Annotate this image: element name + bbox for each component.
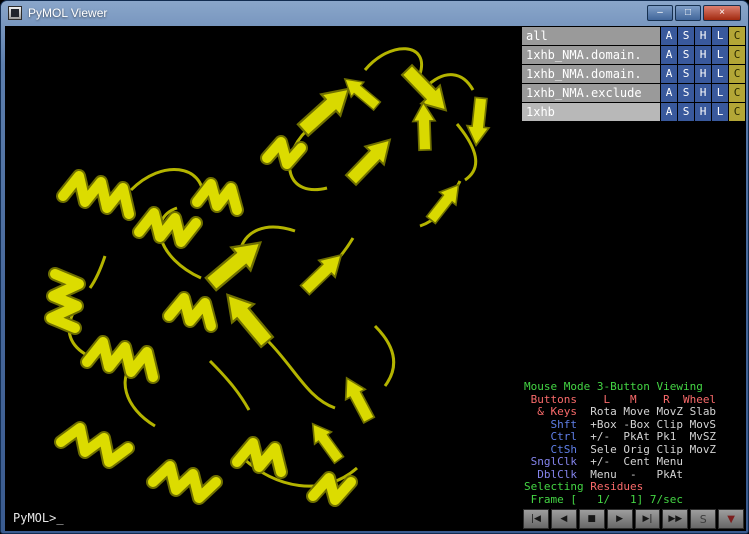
hide-button[interactable]: H bbox=[695, 65, 711, 83]
close-button[interactable]: × bbox=[703, 5, 741, 21]
ctrl-values: +/- PkAt Pk1 MvSZ bbox=[577, 430, 716, 443]
movie-controls: |◀ ◀ ■ ▶ ▶| ▶▶ S ▼ bbox=[521, 507, 746, 531]
show-button[interactable]: S bbox=[678, 46, 694, 64]
show-button[interactable]: S bbox=[678, 27, 694, 45]
object-name[interactable]: all bbox=[522, 27, 660, 45]
singleclick-label: SnglClk bbox=[524, 455, 577, 468]
show-button[interactable]: S bbox=[678, 84, 694, 102]
window-title: PyMOL Viewer bbox=[28, 6, 107, 20]
label-button[interactable]: L bbox=[712, 103, 728, 121]
object-row-1xhb: 1xhb A S H L C bbox=[522, 103, 745, 121]
action-button[interactable]: A bbox=[661, 65, 677, 83]
frame-counter: Frame [ 1/ 1] 7/sec bbox=[524, 493, 683, 506]
color-button[interactable]: C bbox=[729, 46, 745, 64]
show-button[interactable]: S bbox=[678, 103, 694, 121]
action-button[interactable]: A bbox=[661, 84, 677, 102]
fullscreen-toggle-button[interactable]: ▼ bbox=[718, 509, 744, 529]
titlebar[interactable]: PyMOL Viewer – □ × bbox=[1, 1, 748, 25]
color-button[interactable]: C bbox=[729, 65, 745, 83]
action-button[interactable]: A bbox=[661, 46, 677, 64]
doubleclick-label: DblClk bbox=[524, 468, 577, 481]
protein-cartoon bbox=[5, 26, 521, 531]
label-button[interactable]: L bbox=[712, 84, 728, 102]
label-button[interactable]: L bbox=[712, 65, 728, 83]
mouse-mode-value[interactable]: 3-Button Viewing bbox=[597, 380, 703, 393]
keys-label: & Keys bbox=[524, 405, 577, 418]
object-row-all: all A S H L C bbox=[522, 27, 745, 45]
buttons-columns: L M R Wheel bbox=[577, 393, 716, 406]
hide-button[interactable]: H bbox=[695, 103, 711, 121]
ctrl-label: Ctrl bbox=[524, 430, 577, 443]
hide-button[interactable]: H bbox=[695, 27, 711, 45]
ctsh-label: CtSh bbox=[524, 443, 577, 456]
show-button[interactable]: S bbox=[678, 65, 694, 83]
pymol-window: PyMOL Viewer – □ × bbox=[0, 0, 749, 534]
buttons-label: Buttons bbox=[524, 393, 577, 406]
object-name[interactable]: 1xhb bbox=[522, 103, 660, 121]
control-panel: all A S H L C 1xhb_NMA.domain. A S H L C… bbox=[521, 26, 746, 531]
panel-spacer bbox=[521, 121, 746, 381]
maximize-button[interactable]: □ bbox=[675, 5, 701, 21]
label-button[interactable]: L bbox=[712, 27, 728, 45]
window-content: PyMOL>_ all A S H L C 1xhb_NMA.domain. A… bbox=[5, 26, 746, 531]
mouse-mode-panel: Mouse Mode 3-Button Viewing Buttons L M … bbox=[521, 381, 746, 507]
object-name[interactable]: 1xhb_NMA.exclude bbox=[522, 84, 660, 102]
fast-forward-end-button[interactable]: ▶▶ bbox=[662, 509, 688, 529]
pymol-app-icon bbox=[8, 6, 22, 20]
step-back-button[interactable]: ◀ bbox=[551, 509, 577, 529]
hide-button[interactable]: H bbox=[695, 46, 711, 64]
color-button[interactable]: C bbox=[729, 103, 745, 121]
keys-values: Rota Move MovZ Slab bbox=[577, 405, 716, 418]
molecule-viewport[interactable]: PyMOL>_ bbox=[5, 26, 521, 531]
window-controls: – □ × bbox=[647, 5, 741, 21]
command-prompt[interactable]: PyMOL>_ bbox=[13, 511, 64, 525]
shift-label: Shft bbox=[524, 418, 577, 431]
selecting-mode-value[interactable]: Residues bbox=[584, 480, 644, 493]
object-list: all A S H L C 1xhb_NMA.domain. A S H L C… bbox=[521, 26, 746, 121]
color-button[interactable]: C bbox=[729, 27, 745, 45]
action-button[interactable]: A bbox=[661, 103, 677, 121]
action-button[interactable]: A bbox=[661, 27, 677, 45]
object-name[interactable]: 1xhb_NMA.domain. bbox=[522, 46, 660, 64]
rewind-start-button[interactable]: |◀ bbox=[523, 509, 549, 529]
object-row-domain-1: 1xhb_NMA.domain. A S H L C bbox=[522, 46, 745, 64]
frame-line: Frame [ 1/ 1] 7/sec bbox=[524, 494, 743, 507]
minimize-button[interactable]: – bbox=[647, 5, 673, 21]
stop-button[interactable]: ■ bbox=[579, 509, 605, 529]
scene-button[interactable]: S bbox=[690, 509, 716, 529]
color-button[interactable]: C bbox=[729, 84, 745, 102]
ctsh-values: Sele Orig Clip MovZ bbox=[577, 443, 716, 456]
play-button[interactable]: ▶ bbox=[607, 509, 633, 529]
singleclick-values: +/- Cent Menu bbox=[577, 455, 683, 468]
hide-button[interactable]: H bbox=[695, 84, 711, 102]
object-row-domain-2: 1xhb_NMA.domain. A S H L C bbox=[522, 65, 745, 83]
doubleclick-values: Menu - PkAt bbox=[577, 468, 683, 481]
mouse-mode-label: Mouse Mode bbox=[524, 380, 597, 393]
step-forward-button[interactable]: ▶| bbox=[635, 509, 661, 529]
object-name[interactable]: 1xhb_NMA.domain. bbox=[522, 65, 660, 83]
object-row-exclude: 1xhb_NMA.exclude A S H L C bbox=[522, 84, 745, 102]
label-button[interactable]: L bbox=[712, 46, 728, 64]
selecting-label: Selecting bbox=[524, 480, 584, 493]
shift-values: +Box -Box Clip MovS bbox=[577, 418, 716, 431]
